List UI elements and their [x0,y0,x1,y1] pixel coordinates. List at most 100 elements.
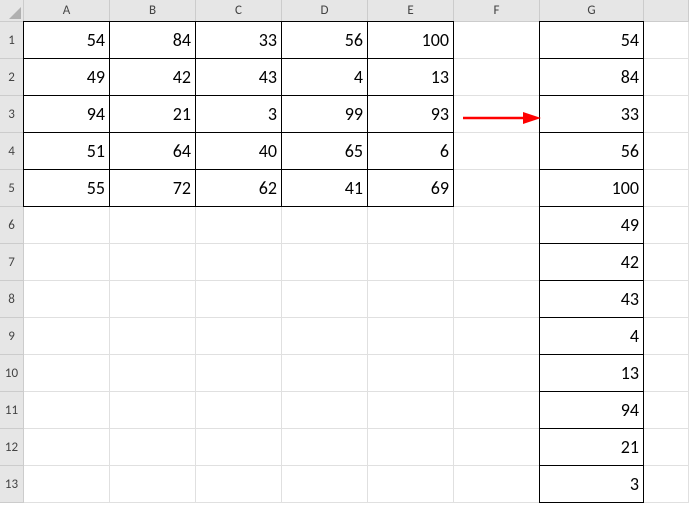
cell-d9[interactable] [282,318,368,355]
cell-e11[interactable] [368,392,454,429]
cell-g13[interactable]: 3 [540,466,644,503]
cell-e12[interactable] [368,429,454,466]
cell-e2[interactable]: 13 [368,59,454,96]
cell-d6[interactable] [282,207,368,244]
cell-a8[interactable] [24,281,110,318]
cell-f4[interactable] [454,133,540,170]
row-header-6[interactable]: 6 [0,207,24,244]
cell-c7[interactable] [196,244,282,281]
cell-f5[interactable] [454,170,540,207]
cell-a12[interactable] [24,429,110,466]
cell-a4[interactable]: 51 [24,133,110,170]
cell-c9[interactable] [196,318,282,355]
cell-g1[interactable]: 54 [540,22,644,59]
cell-b3[interactable]: 21 [110,96,196,133]
cell-c4[interactable]: 40 [196,133,282,170]
cell-c5[interactable]: 62 [196,170,282,207]
cell-b2[interactable]: 42 [110,59,196,96]
cell-e6[interactable] [368,207,454,244]
cell-g12[interactable]: 21 [540,429,644,466]
cell-c3[interactable]: 3 [196,96,282,133]
cell-e9[interactable] [368,318,454,355]
cell-e5[interactable]: 69 [368,170,454,207]
cell-d2[interactable]: 4 [282,59,368,96]
cell-f9[interactable] [454,318,540,355]
cell-f7[interactable] [454,244,540,281]
row-header-1[interactable]: 1 [0,22,24,59]
cell-d12[interactable] [282,429,368,466]
cell-c12[interactable] [196,429,282,466]
row-header-5[interactable]: 5 [0,170,24,207]
cell-b13[interactable] [110,466,196,503]
row-header-3[interactable]: 3 [0,96,24,133]
cell-f6[interactable] [454,207,540,244]
cell-b12[interactable] [110,429,196,466]
cell-c11[interactable] [196,392,282,429]
row-header-4[interactable]: 4 [0,133,24,170]
cell-g2[interactable]: 84 [540,59,644,96]
row-header-13[interactable]: 13 [0,466,24,503]
cell-e3[interactable]: 93 [368,96,454,133]
cell-a1[interactable]: 54 [24,22,110,59]
cell-a11[interactable] [24,392,110,429]
row-header-11[interactable]: 11 [0,392,24,429]
cell-c1[interactable]: 33 [196,22,282,59]
cell-b4[interactable]: 64 [110,133,196,170]
cell-g8[interactable]: 43 [540,281,644,318]
cell-a7[interactable] [24,244,110,281]
cell-d10[interactable] [282,355,368,392]
cell-c10[interactable] [196,355,282,392]
cell-e4[interactable]: 6 [368,133,454,170]
cell-b10[interactable] [110,355,196,392]
cell-g5[interactable]: 100 [540,170,644,207]
cell-c8[interactable] [196,281,282,318]
row-header-2[interactable]: 2 [0,59,24,96]
cell-d11[interactable] [282,392,368,429]
cell-f11[interactable] [454,392,540,429]
cell-c6[interactable] [196,207,282,244]
cell-e1[interactable]: 100 [368,22,454,59]
cell-b1[interactable]: 84 [110,22,196,59]
cell-a3[interactable]: 94 [24,96,110,133]
cell-g4[interactable]: 56 [540,133,644,170]
row-header-8[interactable]: 8 [0,281,24,318]
cell-f2[interactable] [454,59,540,96]
row-header-10[interactable]: 10 [0,355,24,392]
cell-g9[interactable]: 4 [540,318,644,355]
cell-d13[interactable] [282,466,368,503]
cell-d4[interactable]: 65 [282,133,368,170]
cell-f12[interactable] [454,429,540,466]
cell-b8[interactable] [110,281,196,318]
cell-f8[interactable] [454,281,540,318]
cell-d7[interactable] [282,244,368,281]
cell-d5[interactable]: 41 [282,170,368,207]
cell-a13[interactable] [24,466,110,503]
cell-d3[interactable]: 99 [282,96,368,133]
row-header-12[interactable]: 12 [0,429,24,466]
cell-a9[interactable] [24,318,110,355]
cell-e10[interactable] [368,355,454,392]
row-header-7[interactable]: 7 [0,244,24,281]
cell-b11[interactable] [110,392,196,429]
select-all-corner[interactable] [0,0,24,22]
cell-g3[interactable]: 33 [540,96,644,133]
column-header-c[interactable]: C [196,0,282,22]
cell-d1[interactable]: 56 [282,22,368,59]
cell-e7[interactable] [368,244,454,281]
cell-c13[interactable] [196,466,282,503]
cell-b6[interactable] [110,207,196,244]
cell-e8[interactable] [368,281,454,318]
cell-g11[interactable]: 94 [540,392,644,429]
cell-c2[interactable]: 43 [196,59,282,96]
cell-b7[interactable] [110,244,196,281]
row-header-9[interactable]: 9 [0,318,24,355]
column-header-b[interactable]: B [110,0,196,22]
cell-a2[interactable]: 49 [24,59,110,96]
cell-e13[interactable] [368,466,454,503]
cell-b9[interactable] [110,318,196,355]
cell-b5[interactable]: 72 [110,170,196,207]
cell-a10[interactable] [24,355,110,392]
cell-f3[interactable] [454,96,540,133]
cell-f10[interactable] [454,355,540,392]
cell-d8[interactable] [282,281,368,318]
